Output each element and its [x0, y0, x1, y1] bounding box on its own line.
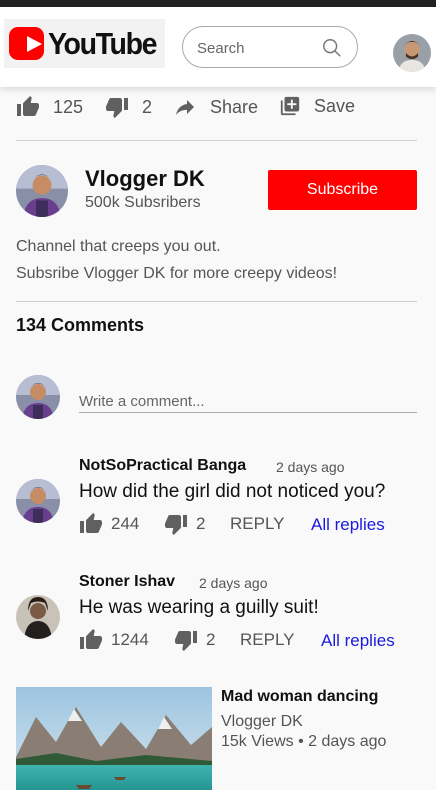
channel-description: Channel that creeps you out. Subsribe Vl…	[16, 233, 337, 287]
channel-avatar[interactable]	[16, 165, 68, 217]
search-input[interactable]	[197, 36, 317, 60]
video-actions: 125 2 Share Save	[16, 95, 420, 123]
description-line: Channel that creeps you out.	[16, 238, 221, 255]
comment-input[interactable]	[79, 391, 417, 413]
comment-author[interactable]: NotSoPractical Banga	[79, 457, 246, 475]
search-icon[interactable]	[321, 37, 343, 59]
logo-wordmark: YouTube	[47, 25, 157, 61]
comments-count-title: 134 Comments	[16, 315, 145, 335]
thumb-down-icon	[174, 628, 198, 652]
share-button[interactable]: Share	[173, 95, 258, 119]
channel-subscribers: 500k Subsribers	[85, 194, 201, 211]
comment-like-count: 1244	[111, 630, 149, 649]
share-icon	[176, 100, 194, 115]
comment-like-button[interactable]: 1244	[79, 628, 149, 652]
comment-time: 2 days ago	[276, 459, 345, 475]
commenter-avatar[interactable]	[16, 595, 60, 639]
description-line: Subsribe Vlogger DK for more creepy vide…	[16, 265, 338, 282]
comment-author[interactable]: Stoner Ishav	[79, 573, 175, 591]
channel-name[interactable]: Vlogger DK	[85, 166, 205, 192]
top-strip	[0, 0, 436, 7]
thumb-down-icon	[164, 512, 188, 536]
subscribe-button[interactable]: Subscribe	[268, 170, 417, 210]
playlist-add-icon	[280, 96, 300, 116]
thumb-up-icon	[79, 628, 103, 652]
play-logo-icon	[9, 27, 44, 60]
all-replies-link[interactable]: All replies	[311, 515, 385, 535]
comment-time: 2 days ago	[199, 575, 268, 591]
youtube-logo[interactable]: YouTube	[4, 19, 165, 68]
save-button[interactable]: Save	[279, 95, 355, 117]
video-meta: 15k Views • 2 days ago	[221, 733, 387, 750]
save-label: Save	[314, 95, 356, 116]
thumb-up-icon	[79, 512, 103, 536]
dislike-count: 2	[142, 96, 153, 117]
commenter-avatar[interactable]	[16, 479, 60, 523]
comment-dislike-button[interactable]: 2	[164, 512, 205, 536]
reply-button[interactable]: REPLY	[240, 630, 295, 650]
thumb-down-icon	[105, 95, 129, 119]
divider	[16, 140, 417, 141]
like-count: 125	[53, 96, 84, 117]
video-thumbnail[interactable]	[16, 687, 212, 790]
all-replies-link[interactable]: All replies	[321, 631, 395, 651]
current-user-avatar	[16, 375, 60, 419]
reply-button[interactable]: REPLY	[230, 514, 285, 534]
app-header: YouTube	[0, 7, 436, 87]
video-channel[interactable]: Vlogger DK	[221, 713, 303, 731]
like-button[interactable]: 125	[16, 95, 83, 119]
comment-dislike-count: 2	[196, 514, 206, 533]
video-title[interactable]: Mad woman dancing	[221, 688, 378, 706]
search-box	[182, 26, 358, 68]
thumb-up-icon	[16, 95, 40, 119]
comment-like-count: 244	[111, 514, 140, 533]
dislike-button[interactable]: 2	[105, 95, 152, 119]
comment-dislike-button[interactable]: 2	[174, 628, 215, 652]
user-avatar[interactable]	[393, 34, 431, 72]
comment-like-button[interactable]: 244	[79, 512, 139, 536]
divider	[16, 301, 417, 302]
comment-text: He was wearing a guilly suit!	[79, 597, 319, 618]
share-label: Share	[210, 96, 259, 117]
comment-dislike-count: 2	[206, 630, 216, 649]
comment-text: How did the girl did not noticed you?	[79, 481, 386, 502]
